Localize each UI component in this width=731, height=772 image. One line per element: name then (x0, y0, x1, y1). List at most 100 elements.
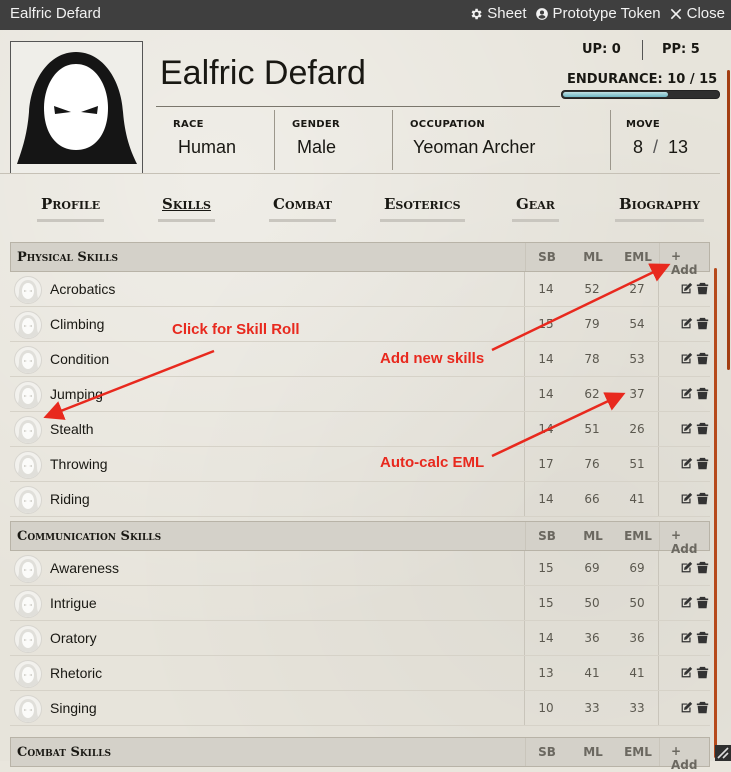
hooded-figure-icon (16, 490, 40, 513)
skill-name[interactable]: Rhetoric (50, 665, 102, 681)
trash-icon[interactable] (696, 317, 709, 330)
character-portrait[interactable] (10, 41, 143, 174)
skill-name[interactable]: Climbing (50, 316, 104, 332)
sheet-button[interactable]: Sheet (469, 5, 527, 22)
trash-icon[interactable] (696, 387, 709, 400)
skill-roll-avatar[interactable] (14, 695, 42, 723)
skill-roll-avatar[interactable] (14, 486, 42, 514)
skill-name[interactable]: Oratory (50, 630, 97, 646)
window-titlebar: Ealfric Defard Sheet Prototype Token Clo… (0, 0, 731, 30)
gender-field[interactable]: GENDER Male (274, 110, 391, 170)
race-field[interactable]: RACE Human (156, 110, 272, 170)
skill-sb: 14 (538, 631, 554, 645)
skill-name[interactable]: Singing (50, 700, 97, 716)
column-divider (524, 551, 525, 585)
hooded-figure-icon (16, 455, 40, 478)
tab-gear[interactable]: Gear (512, 195, 559, 222)
trash-icon[interactable] (696, 422, 709, 435)
occupation-field[interactable]: OCCUPATION Yeoman Archer (392, 110, 609, 170)
column-divider (658, 482, 659, 516)
skill-eml: 41 (629, 666, 645, 680)
move-value: 8 / 13 (633, 137, 688, 158)
trash-icon[interactable] (696, 701, 709, 714)
skill-row: Climbing 15 79 54 (10, 307, 710, 342)
tab-underline (615, 219, 704, 222)
edit-icon[interactable] (680, 422, 693, 435)
edit-icon[interactable] (680, 596, 693, 609)
skill-name[interactable]: Stealth (50, 421, 94, 437)
skill-ml: 62 (584, 387, 600, 401)
prototype-token-button[interactable]: Prototype Token (535, 5, 661, 22)
up-pp-panel: UP: 0 PP: 5 (570, 40, 720, 68)
column-divider (525, 243, 526, 271)
edit-icon[interactable] (680, 561, 693, 574)
window-title: Ealfric Defard (10, 5, 101, 22)
skill-eml: 36 (629, 631, 645, 645)
trash-icon[interactable] (696, 666, 709, 679)
skill-ml: 51 (584, 422, 600, 436)
edit-icon[interactable] (680, 492, 693, 505)
skill-roll-avatar[interactable] (14, 625, 42, 653)
tab-skills[interactable]: Skills (158, 195, 215, 222)
move-label: MOVE (626, 119, 660, 130)
skill-row: Rhetoric 13 41 41 (10, 656, 710, 691)
edit-icon[interactable] (680, 666, 693, 679)
skill-name[interactable]: Intrigue (50, 595, 97, 611)
skill-name[interactable]: Condition (50, 351, 109, 367)
edit-icon[interactable] (680, 317, 693, 330)
add-skill-button[interactable]: + Add (671, 744, 709, 772)
character-name[interactable]: Ealfric Defard (160, 54, 366, 93)
skill-roll-avatar[interactable] (14, 276, 42, 304)
skill-roll-avatar[interactable] (14, 555, 42, 583)
trash-icon[interactable] (696, 492, 709, 505)
trash-icon[interactable] (696, 631, 709, 644)
column-divider (524, 656, 525, 690)
tab-combat[interactable]: Combat (269, 195, 337, 222)
move-field[interactable]: MOVE 8 / 13 (610, 110, 721, 170)
edit-icon[interactable] (680, 352, 693, 365)
skill-ml: 36 (584, 631, 600, 645)
race-value: Human (178, 137, 237, 157)
skill-roll-avatar[interactable] (14, 346, 42, 374)
tab-esoterics[interactable]: Esoterics (380, 195, 465, 222)
trash-icon[interactable] (696, 596, 709, 609)
column-divider (524, 412, 525, 446)
skill-roll-avatar[interactable] (14, 381, 42, 409)
skill-name[interactable]: Riding (50, 491, 90, 507)
skill-name[interactable]: Awareness (50, 560, 119, 576)
edit-icon[interactable] (680, 457, 693, 470)
trash-icon[interactable] (696, 352, 709, 365)
skill-name[interactable]: Throwing (50, 456, 108, 472)
skill-roll-avatar[interactable] (14, 590, 42, 618)
trash-icon[interactable] (696, 457, 709, 470)
skill-row: Awareness 15 69 69 (10, 551, 710, 586)
trash-icon[interactable] (696, 282, 709, 295)
skill-ml: 78 (584, 352, 600, 366)
skill-name[interactable]: Jumping (50, 386, 103, 402)
trash-icon[interactable] (696, 561, 709, 574)
sheet-scrollbar[interactable] (727, 70, 730, 370)
skill-roll-avatar[interactable] (14, 416, 42, 444)
endurance-label: ENDURANCE: 10 / 15 (567, 72, 718, 87)
tab-biography[interactable]: Biography (615, 195, 704, 222)
column-divider (524, 621, 525, 655)
resize-handle[interactable] (715, 745, 731, 761)
edit-icon[interactable] (680, 387, 693, 400)
skill-roll-avatar[interactable] (14, 660, 42, 688)
close-button[interactable]: Close (669, 5, 725, 22)
character-sheet: Ealfric Defard UP: 0 PP: 5 ENDURANCE: 10… (0, 30, 731, 772)
edit-icon[interactable] (680, 282, 693, 295)
skill-roll-avatar[interactable] (14, 311, 42, 339)
skill-sb: 14 (538, 422, 554, 436)
edit-icon[interactable] (680, 701, 693, 714)
tab-biography-label: Biography (619, 195, 700, 213)
skill-name[interactable]: Acrobatics (50, 281, 115, 297)
edit-icon[interactable] (680, 631, 693, 644)
close-icon (670, 8, 681, 19)
hooded-figure-icon (16, 594, 40, 617)
tab-profile[interactable]: Profile (37, 195, 105, 222)
skill-roll-avatar[interactable] (14, 451, 42, 479)
plus-icon: + (671, 528, 682, 542)
skill-ml: 33 (584, 701, 600, 715)
skill-section: Communication Skills SB ML EML + Add Awarenes… (10, 521, 710, 726)
